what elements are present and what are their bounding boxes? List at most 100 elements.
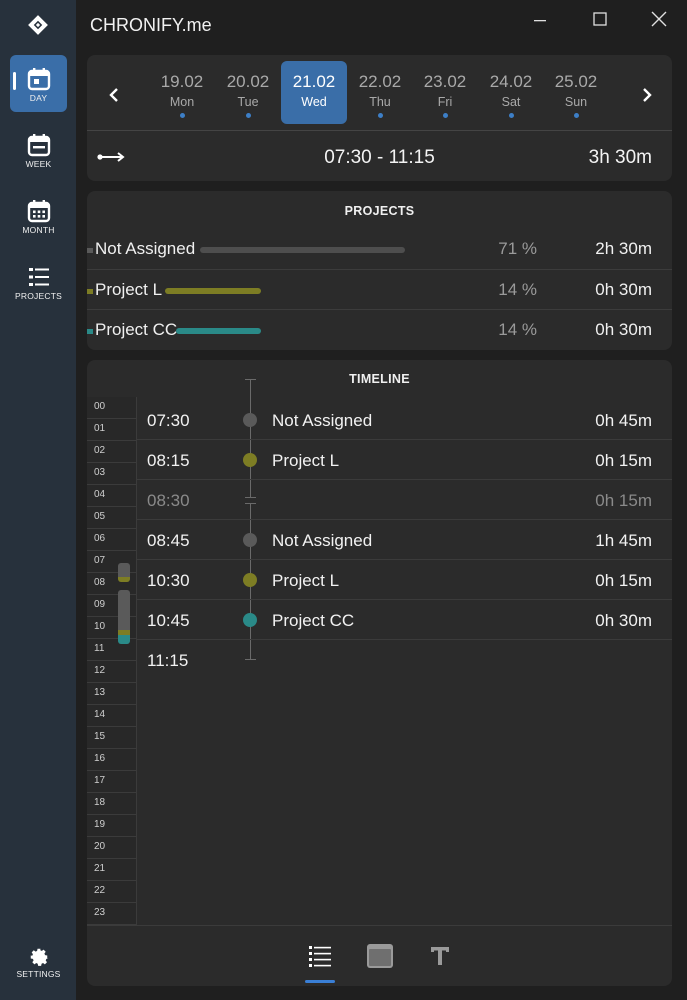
text-view-icon[interactable] — [424, 940, 456, 972]
entry-color-dot — [243, 453, 257, 467]
day-name: Wed — [301, 95, 327, 109]
day-sat[interactable]: 24.02 Sat — [478, 61, 544, 124]
chevron-left-icon[interactable] — [100, 81, 128, 109]
project-row[interactable]: Project CC 14 % 0h 30m — [87, 309, 672, 349]
day-date: 24.02 — [489, 72, 533, 91]
day-wed[interactable]: 21.02 Wed — [281, 61, 347, 124]
hour-label: 01 — [87, 419, 137, 441]
sidebar: DAY WEEK MONTH PROJECTS SETTINGS — [0, 0, 76, 1000]
day-name: Tue — [237, 95, 259, 109]
sidebar-item-label: PROJECTS — [15, 291, 62, 301]
timeline-entry[interactable]: 10:45 Project CC 0h 30m — [137, 600, 672, 640]
entry-project: Project L — [272, 571, 340, 590]
sidebar-item-label: WEEK — [25, 159, 52, 169]
timeline-entries: 07:30 Not Assigned 0h 45m 08:15 Project … — [137, 400, 672, 680]
hour-label: 02 — [87, 441, 137, 463]
entry-project: Project CC — [272, 611, 355, 630]
active-tab-indicator — [305, 980, 335, 983]
day-name: Mon — [169, 95, 195, 109]
entry-color-dot — [243, 413, 257, 427]
project-color-swatch — [87, 248, 93, 253]
hour-label: 23 — [87, 903, 137, 925]
time-range: 07:30 - 11:15 — [324, 147, 435, 168]
hour-label: 22 — [87, 881, 137, 903]
project-duration: 2h 30m — [595, 239, 652, 258]
entry-color-dot — [243, 533, 257, 547]
project-row[interactable]: Not Assigned 71 % 2h 30m — [87, 229, 672, 269]
maximize-icon[interactable] — [588, 8, 612, 32]
sidebar-item-projects[interactable]: PROJECTS — [10, 253, 67, 310]
entry-project: Not Assigned — [272, 411, 373, 430]
timeline-entry[interactable]: 08:45 Not Assigned 1h 45m — [137, 520, 672, 560]
hour-label: 19 — [87, 815, 137, 837]
entry-start-time: 08:15 — [147, 451, 190, 470]
gear-icon — [30, 948, 49, 966]
day-date: 20.02 — [226, 72, 270, 91]
timeline-entry[interactable]: 08:15 Project L 0h 15m — [137, 440, 672, 480]
day-thu[interactable]: 22.02 Thu — [347, 61, 413, 124]
toolbar-divider — [87, 925, 672, 926]
sidebar-item-label: DAY — [29, 93, 48, 103]
hour-label: 18 — [87, 793, 137, 815]
sidebar-item-settings[interactable]: SETTINGS — [10, 937, 67, 994]
day-date: 23.02 — [423, 72, 467, 91]
timeline-panel: TIMELINE 00 01 02 03 04 05 06 07 08 09 1… — [87, 360, 672, 986]
day-mon[interactable]: 19.02 Mon — [149, 61, 215, 124]
sidebar-item-day[interactable]: DAY — [10, 55, 67, 112]
entry-start-time: 08:45 — [147, 531, 190, 550]
project-color-swatch — [87, 329, 93, 334]
day-date: 22.02 — [358, 72, 402, 91]
gap-duration: 0h 15m — [595, 491, 652, 510]
hour-label: 15 — [87, 727, 137, 749]
sidebar-item-label: MONTH — [22, 225, 55, 235]
day-fri[interactable]: 23.02 Fri — [412, 61, 478, 124]
minimize-icon[interactable] — [528, 8, 552, 32]
entry-color-dot — [243, 613, 257, 627]
timeline-gap[interactable]: 08:30 0h 15m — [137, 480, 672, 520]
timeline-end: 11:15 — [137, 640, 672, 680]
activity-dot — [574, 113, 579, 118]
entry-duration: 0h 15m — [595, 451, 652, 470]
project-percent: 14 % — [498, 320, 537, 339]
hour-label: 14 — [87, 705, 137, 727]
mini-activity-bar — [118, 577, 130, 582]
divider — [87, 130, 672, 131]
chevron-right-icon[interactable] — [633, 81, 661, 109]
day-date: 19.02 — [160, 72, 204, 91]
close-icon[interactable] — [647, 8, 671, 32]
gap-start-time: 08:30 — [147, 491, 190, 510]
project-row[interactable]: Project L 14 % 0h 30m — [87, 269, 672, 309]
hour-label: 04 — [87, 485, 137, 507]
list-icon — [28, 268, 49, 286]
card-view-icon[interactable] — [364, 940, 396, 972]
day-name: Sun — [564, 95, 588, 109]
hour-label: 00 — [87, 397, 137, 419]
hour-label: 16 — [87, 749, 137, 771]
timeline-entry[interactable]: 07:30 Not Assigned 0h 45m — [137, 400, 672, 440]
day-tue[interactable]: 20.02 Tue — [215, 61, 281, 124]
entry-duration: 1h 45m — [595, 531, 652, 550]
activity-dot — [378, 113, 383, 118]
hour-label: 17 — [87, 771, 137, 793]
timeline-header: TIMELINE — [349, 372, 410, 386]
mini-activity-bar — [118, 635, 130, 644]
entry-start-time: 07:30 — [147, 411, 190, 430]
entry-duration: 0h 15m — [595, 571, 652, 590]
calendar-month-icon — [27, 200, 50, 223]
activity-dot — [443, 113, 448, 118]
entry-project: Not Assigned — [272, 531, 373, 550]
sidebar-item-week[interactable]: WEEK — [10, 121, 67, 178]
hour-label: 13 — [87, 683, 137, 705]
project-share-bar — [200, 247, 405, 253]
timeline-entry[interactable]: 10:30 Project L 0h 15m — [137, 560, 672, 600]
project-color-swatch — [87, 289, 93, 294]
list-view-icon[interactable] — [304, 940, 336, 972]
project-name: Not Assigned — [95, 239, 196, 258]
sidebar-item-month[interactable]: MONTH — [10, 187, 67, 244]
projects-header: PROJECTS — [344, 204, 415, 218]
activity-dot — [246, 113, 251, 118]
entry-project: Project L — [272, 451, 340, 470]
entry-start-time: 10:30 — [147, 571, 190, 590]
day-sun[interactable]: 25.02 Sun — [543, 61, 609, 124]
project-share-bar — [165, 288, 261, 294]
